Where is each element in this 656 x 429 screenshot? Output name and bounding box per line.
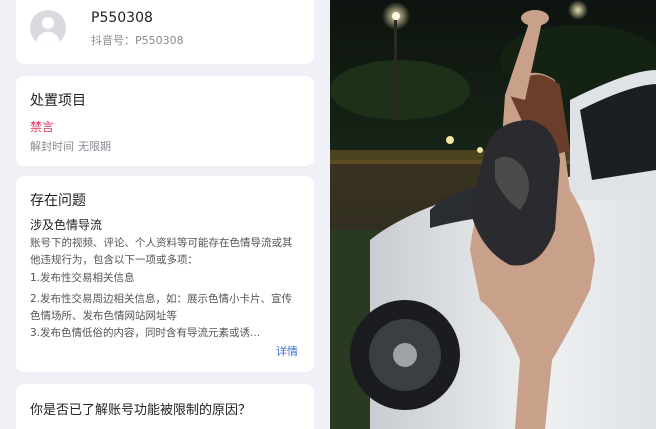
photo xyxy=(330,0,656,429)
account-card: P550308 抖音号：P550308 xyxy=(16,0,314,64)
unlock-label: 解封时间 xyxy=(30,140,74,153)
douyin-id: 抖音号：P550308 xyxy=(91,34,184,47)
night-car-photo xyxy=(330,0,656,429)
username: P550308 xyxy=(91,10,153,26)
issue-item-3: 3.发布色情低俗的内容，同时含有导流元素或诱... xyxy=(30,327,261,339)
details-link[interactable]: 详情 xyxy=(276,343,298,359)
issue-title: 存在问题 xyxy=(30,193,86,209)
unlock-time: 解封时间 无限期 xyxy=(30,138,115,154)
penalty-action: 禁言 xyxy=(30,120,55,134)
default-avatar-icon xyxy=(30,10,66,46)
issue-description: 账号下的视频、评论、个人资料等可能存在色情导流或其他违规行为，包含以下一项或多项… xyxy=(30,237,293,266)
issue-item-2: 2.发布性交易周边相关信息，如：展示色情小卡片、宣传色情场所、发布色情网站网址等 xyxy=(30,293,293,322)
issue-card: 存在问题 涉及色情导流 账号下的视频、评论、个人资料等可能存在色情导流或其他违规… xyxy=(16,176,314,372)
issue-item-1: 1.发布性交易相关信息 xyxy=(30,272,135,284)
issue-subtitle: 涉及色情导流 xyxy=(30,218,103,232)
unlock-value: 无限期 xyxy=(78,140,111,153)
penalty-card: 处置项目 禁言 解封时间 无限期 xyxy=(16,76,314,166)
app-screen: P550308 抖音号：P550308 处置项目 禁言 解封时间 无限期 存在问题… xyxy=(0,0,330,429)
question-card: 你是否已了解账号功能被限制的原因？ xyxy=(16,384,314,429)
penalty-title: 处置项目 xyxy=(30,93,86,109)
question-title: 你是否已了解账号功能被限制的原因？ xyxy=(30,403,252,418)
